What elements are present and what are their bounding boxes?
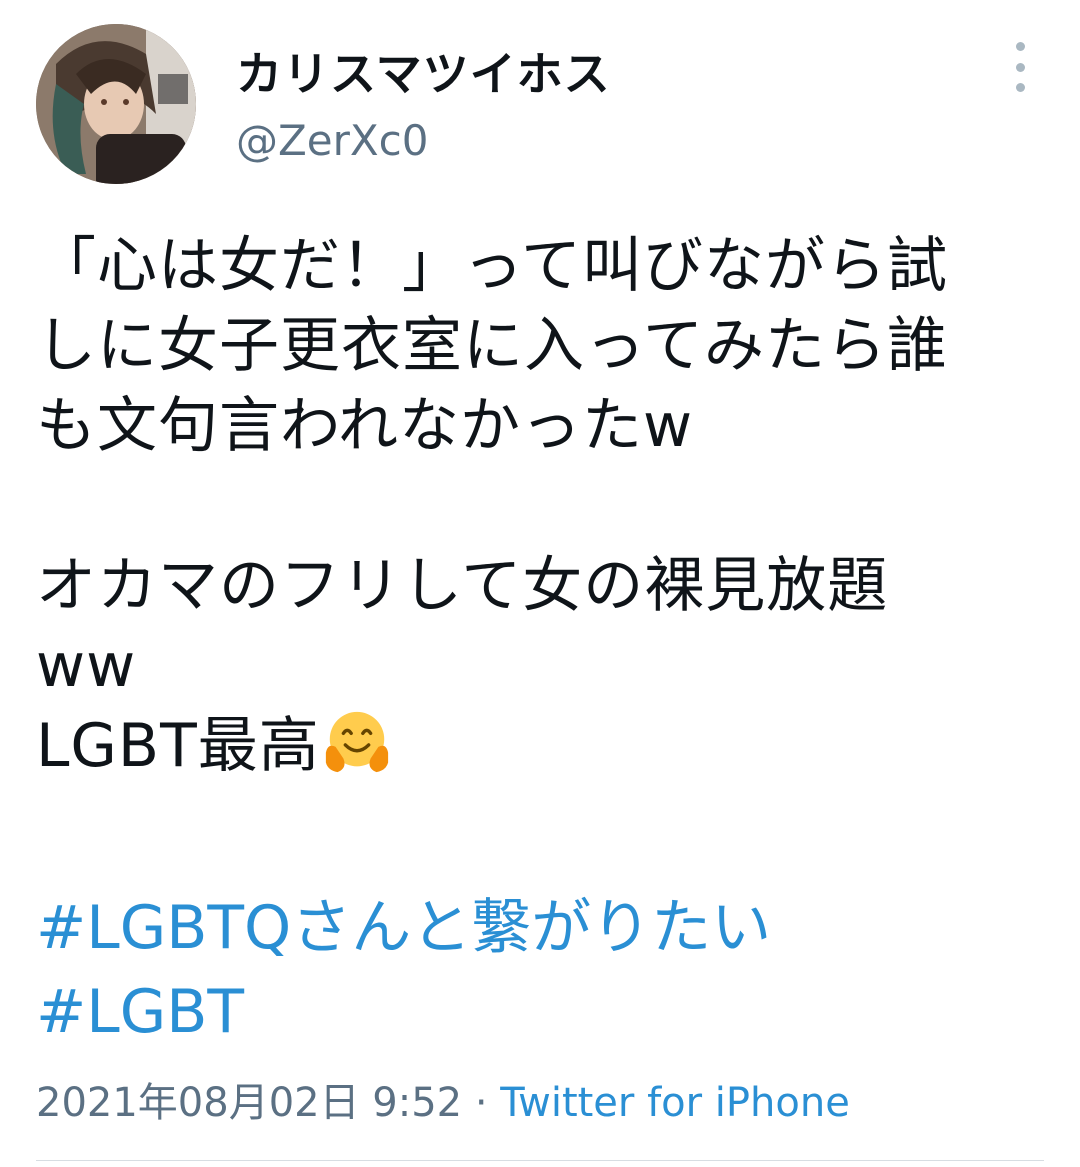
- avatar[interactable]: [36, 24, 196, 184]
- tweet-line: ww: [36, 631, 137, 701]
- hashtag-link[interactable]: #LGBT: [36, 970, 771, 1054]
- tweet-meta: 2021年08月02日 9:52 · Twitter for iPhone: [36, 1070, 850, 1128]
- tweet-line-text: LGBT最高: [36, 711, 320, 781]
- tweet-line: も文句言われなかったw: [36, 391, 694, 461]
- tweet-line-last: LGBT最高: [36, 706, 1046, 786]
- user-handle[interactable]: @ZerXc0: [236, 116, 428, 165]
- display-name[interactable]: カリスマツイホス: [236, 38, 611, 104]
- tweet-line: 「心は女だ！」って叫びながら試: [36, 231, 948, 301]
- tweet-line: しに女子更衣室に入ってみたら誰: [36, 311, 948, 381]
- tweet-text: 「心は女だ！」って叫びながら試 しに女子更衣室に入ってみたら誰 も文句言われなか…: [36, 226, 1046, 786]
- avatar-image: [36, 24, 196, 184]
- source-link[interactable]: Twitter for iPhone: [500, 1080, 850, 1126]
- meta-separator: ·: [462, 1080, 501, 1126]
- tweet-line: オカマのフリして女の裸見放題: [36, 551, 889, 621]
- divider: [36, 1160, 1044, 1161]
- timestamp[interactable]: 2021年08月02日 9:52: [36, 1080, 462, 1126]
- hashtag-list: #LGBTQさんと繋がりたい #LGBT: [36, 886, 771, 1054]
- tweet-card: カリスマツイホス @ZerXc0 「心は女だ！」って叫びながら試 しに女子更衣室…: [0, 0, 1080, 1167]
- more-options-icon[interactable]: [1000, 42, 1040, 92]
- hugging-face-icon: [325, 711, 388, 773]
- hashtag-link[interactable]: #LGBTQさんと繋がりたい: [36, 886, 771, 970]
